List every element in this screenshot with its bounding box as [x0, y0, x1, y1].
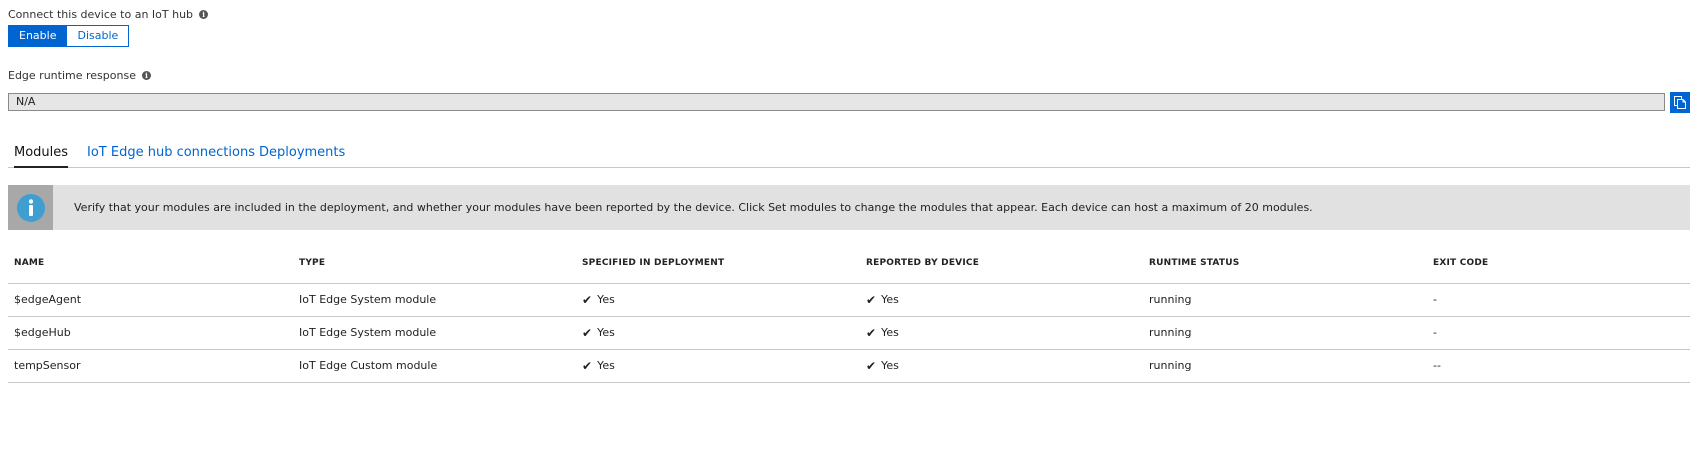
info-icon	[16, 193, 45, 222]
info-icon[interactable]: i	[199, 10, 209, 19]
info-icon[interactable]: i	[141, 71, 151, 80]
module-name[interactable]: $edgeHub	[14, 326, 71, 339]
module-name[interactable]: $edgeAgent	[14, 293, 81, 306]
specified-cell: ✔ Yes	[582, 293, 615, 306]
specified-cell: ✔ Yes	[582, 326, 615, 339]
disable-button[interactable]: Disable	[66, 26, 129, 46]
connect-toggle: Enable Disable	[8, 25, 130, 47]
specified-value: Yes	[597, 326, 615, 339]
reported-cell: ✔ Yes	[866, 359, 899, 372]
module-type: IoT Edge System module	[299, 293, 437, 306]
table-row[interactable]: tempSensor IoT Edge Custom module ✔ Yes ✔…	[8, 350, 1690, 383]
tab-modules[interactable]: Modules	[14, 143, 69, 168]
info-banner: Verify that your modules are included in…	[8, 185, 1690, 230]
module-name[interactable]: tempSensor	[14, 359, 80, 372]
runtime-status: running	[1149, 326, 1192, 339]
reported-cell: ✔ Yes	[866, 293, 899, 306]
table-row[interactable]: $edgeAgent IoT Edge System module ✔ Yes ✔…	[8, 284, 1690, 317]
reported-value: Yes	[881, 293, 899, 306]
header-exit-code[interactable]: EXIT CODE	[1433, 258, 1488, 268]
header-type[interactable]: TYPE	[299, 258, 325, 268]
specified-cell: ✔ Yes	[582, 359, 615, 372]
checkmark-icon: ✔	[866, 358, 877, 373]
reported-value: Yes	[881, 326, 899, 339]
enable-button[interactable]: Enable	[9, 26, 67, 46]
header-runtime-status[interactable]: RUNTIME STATUS	[1149, 258, 1239, 268]
tab-bar: Modules IoT Edge hub connections Deploym…	[8, 143, 1690, 168]
banner-text: Verify that your modules are included in…	[74, 201, 1313, 214]
checkmark-icon: ✔	[866, 325, 877, 340]
table-row[interactable]: $edgeHub IoT Edge System module ✔ Yes ✔ Ye…	[8, 317, 1690, 350]
tab-iot-edge-hub-connections[interactable]: IoT Edge hub connections	[87, 143, 255, 166]
exit-code: --	[1433, 359, 1441, 372]
runtime-status: running	[1149, 359, 1192, 372]
connect-label: Connect this device to an IoT hub	[8, 8, 194, 21]
runtime-response-field[interactable]: N/A	[8, 93, 1665, 111]
runtime-label-row: Edge runtime response i	[8, 69, 151, 82]
header-specified[interactable]: SPECIFIED IN DEPLOYMENT	[582, 258, 724, 268]
specified-value: Yes	[597, 293, 615, 306]
tab-deployments[interactable]: Deployments	[259, 143, 345, 166]
checkmark-icon: ✔	[866, 292, 877, 307]
runtime-status: running	[1149, 293, 1192, 306]
copy-icon	[1674, 96, 1686, 109]
reported-value: Yes	[881, 359, 899, 372]
checkmark-icon: ✔	[582, 358, 593, 373]
checkmark-icon: ✔	[582, 325, 593, 340]
header-name[interactable]: NAME	[14, 258, 44, 268]
table-header: NAME TYPE SPECIFIED IN DEPLOYMENT REPORT…	[8, 258, 1690, 284]
runtime-label: Edge runtime response	[8, 69, 136, 82]
module-type: IoT Edge Custom module	[299, 359, 438, 372]
exit-code: -	[1433, 293, 1437, 306]
header-reported[interactable]: REPORTED BY DEVICE	[866, 258, 979, 268]
banner-icon-box	[8, 185, 53, 230]
reported-cell: ✔ Yes	[866, 326, 899, 339]
specified-value: Yes	[597, 359, 615, 372]
copy-button[interactable]	[1670, 92, 1690, 113]
exit-code: -	[1433, 326, 1437, 339]
checkmark-icon: ✔	[582, 292, 593, 307]
connect-label-row: Connect this device to an IoT hub i	[8, 8, 209, 21]
module-type: IoT Edge System module	[299, 326, 437, 339]
